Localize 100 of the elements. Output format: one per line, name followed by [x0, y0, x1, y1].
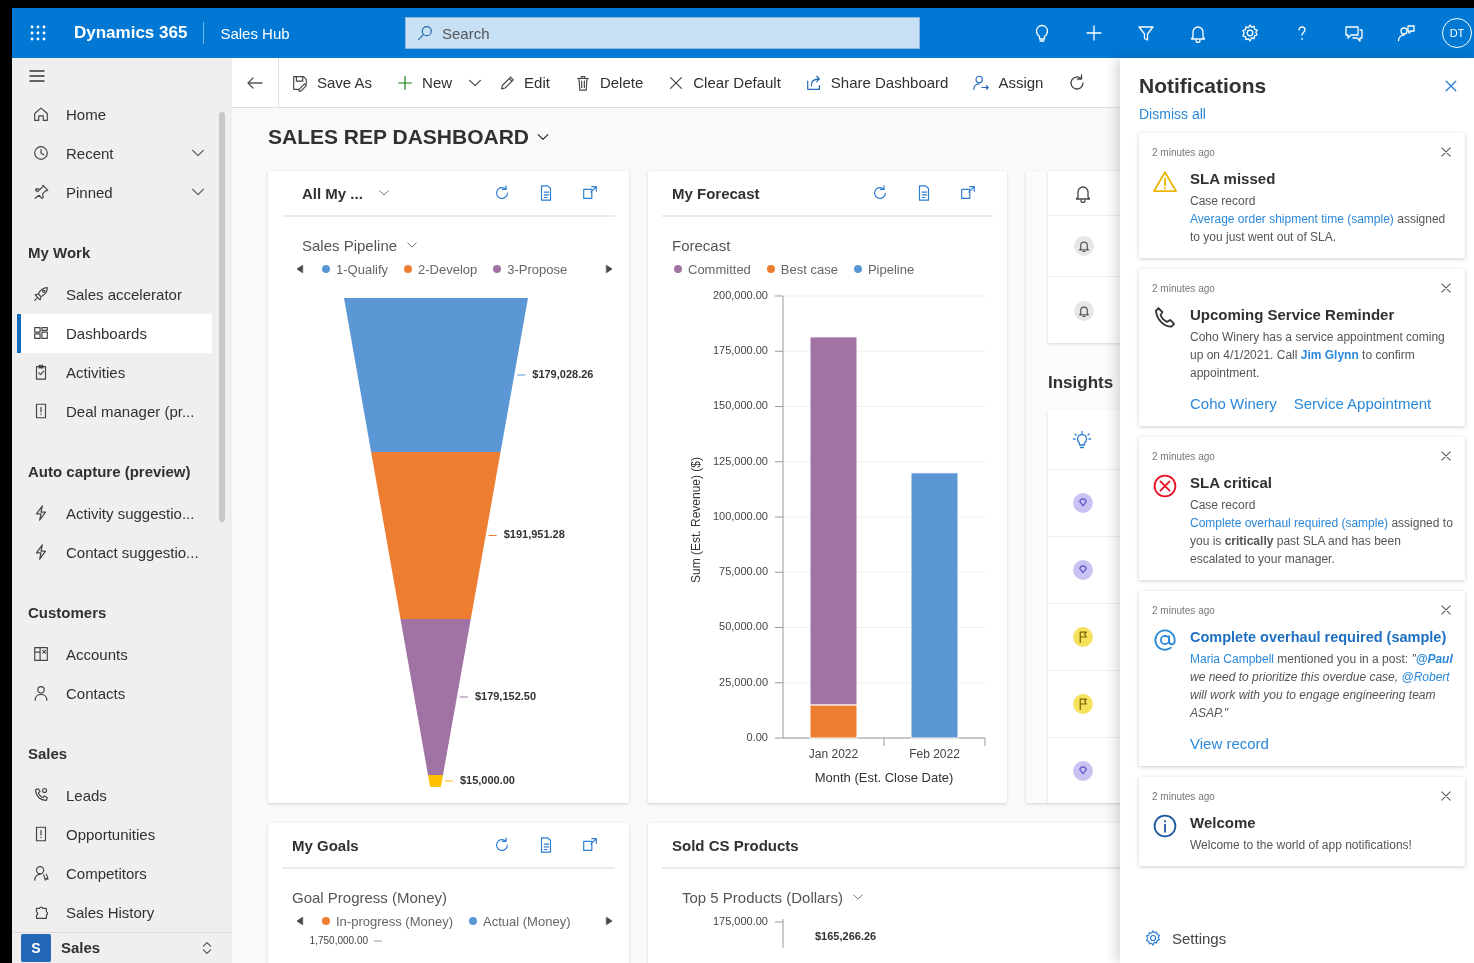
caret-right-icon[interactable]: [603, 263, 615, 275]
plus-icon[interactable]: [1084, 23, 1104, 43]
legend-label[interactable]: Best case: [780, 261, 838, 277]
nav-item[interactable]: Activities: [17, 352, 212, 392]
filter-icon[interactable]: [1136, 23, 1156, 43]
category-label: Jan 2022: [808, 747, 859, 762]
nav-item[interactable]: Pinned: [17, 172, 212, 212]
close-icon[interactable]: [1439, 145, 1453, 159]
caret-left-icon[interactable]: [294, 263, 306, 275]
caret-left-icon[interactable]: [294, 915, 306, 927]
chat-icon[interactable]: [1344, 23, 1364, 43]
dashboard-selector[interactable]: SALES REP DASHBOARD: [268, 122, 551, 152]
command-button[interactable]: Clear Default: [655, 64, 793, 101]
nav-item[interactable]: Recent: [17, 133, 212, 173]
refresh-icon[interactable]: [871, 184, 889, 202]
pop-out-icon[interactable]: [581, 836, 599, 854]
flag-icon[interactable]: [1072, 693, 1094, 715]
leader-line: [444, 780, 454, 782]
inline-link[interactable]: @Paul: [1415, 652, 1453, 666]
chart-selector[interactable]: Top 5 Products (Dollars): [672, 888, 875, 906]
refresh-icon[interactable]: [493, 836, 511, 854]
command-button[interactable]: Share Dashboard: [792, 64, 961, 101]
inline-link[interactable]: Jim Glynn: [1300, 348, 1359, 362]
command-button[interactable]: New: [384, 64, 465, 101]
action-link[interactable]: Coho Winery: [1190, 395, 1277, 412]
inline-link[interactable]: Complete overhaul required (sample): [1190, 516, 1389, 530]
refresh-icon[interactable]: [493, 184, 511, 202]
chart-selector[interactable]: Sales Pipeline: [292, 236, 430, 254]
nav-item[interactable]: Home: [17, 94, 212, 134]
close-icon[interactable]: [1439, 281, 1453, 295]
area-name[interactable]: Sales Hub: [220, 24, 290, 42]
command-button[interactable]: Edit: [486, 64, 562, 101]
notification-message: Maria Campbell mentioned you in a post: "@Paul we need to prioritize this overdue case, @Robert will work with you to engage engineering team ASAP.": [1190, 651, 1453, 722]
command-button[interactable]: Save As: [279, 64, 385, 101]
notification-message: Coho Winery has a service appointment coming up on 4/1/2021. Call Jim Glynn to confirm appointment.: [1190, 329, 1446, 382]
area-switcher-label[interactable]: Sales: [61, 939, 101, 957]
lightbulb-icon[interactable]: [1072, 429, 1092, 450]
notification-message: Case record Average order shipment time (sample) assigned to you just went out of SLA.: [1190, 193, 1447, 246]
legend-label[interactable]: Committed: [688, 261, 751, 277]
nav-item[interactable]: Accounts: [17, 634, 212, 674]
nav-item[interactable]: Dashboards: [17, 313, 212, 353]
bell-icon[interactable]: [1188, 23, 1208, 43]
nav-item[interactable]: Contacts: [17, 673, 212, 713]
caret-right-icon[interactable]: [603, 915, 615, 927]
inline-link[interactable]: Average order shipment time (sample): [1190, 212, 1394, 226]
bar[interactable]: [910, 472, 959, 739]
legend-label[interactable]: In-progress (Money): [336, 913, 454, 929]
bar[interactable]: [809, 704, 858, 739]
pop-out-icon[interactable]: [959, 184, 977, 202]
pop-out-icon[interactable]: [581, 184, 599, 202]
search-field[interactable]: Search: [405, 17, 920, 49]
close-icon[interactable]: [1439, 449, 1453, 463]
nav-item[interactable]: Opportunities: [17, 814, 212, 854]
person-chat-icon[interactable]: [1396, 23, 1416, 43]
nav-item[interactable]: Leads: [17, 775, 212, 815]
funnel-segment[interactable]: [400, 619, 471, 775]
scrollbar-thumb[interactable]: [219, 112, 225, 522]
settings-icon[interactable]: [1240, 23, 1260, 43]
funnel-segment[interactable]: [344, 298, 528, 452]
legend-label[interactable]: 3-Propose: [507, 261, 568, 277]
tick-label: 25,000.00: [719, 675, 768, 688]
bell-icon[interactable]: [1073, 235, 1095, 257]
area-badge[interactable]: S: [21, 934, 51, 962]
notification-title-link[interactable]: Complete overhaul required (sample): [1190, 627, 1453, 647]
nav-item[interactable]: Sales History: [17, 892, 212, 932]
tick-label: 150,000.00: [712, 399, 768, 412]
command-button[interactable]: Delete: [561, 64, 656, 101]
close-icon[interactable]: [1443, 78, 1459, 94]
nav-section-heading: Auto capture (preview): [27, 461, 192, 482]
settings-link[interactable]: Settings: [1172, 929, 1227, 947]
action-link[interactable]: Service Appointment: [1293, 395, 1432, 412]
legend-label[interactable]: 1-Qualify: [336, 261, 389, 277]
timestamp: 2 minutes ago: [1152, 790, 1215, 802]
nav-item[interactable]: Competitors: [17, 853, 212, 893]
bell-icon[interactable]: [1073, 183, 1093, 203]
nav-item[interactable]: Contact suggestio...: [17, 532, 212, 572]
bell-icon[interactable]: [1073, 299, 1095, 322]
nav-item[interactable]: Activity suggestio...: [17, 493, 212, 533]
nav-item[interactable]: Sales accelerator: [17, 274, 212, 314]
settings-icon[interactable]: [1144, 929, 1162, 947]
view-selector[interactable]: All My ...: [292, 184, 401, 202]
inline-link[interactable]: Maria Campbell: [1190, 652, 1275, 666]
bar[interactable]: [809, 336, 858, 706]
legend-label[interactable]: Actual (Money): [483, 913, 571, 929]
dismiss-all-link[interactable]: Dismiss all: [1139, 104, 1206, 124]
legend-label[interactable]: Pipeline: [867, 261, 915, 277]
command-button[interactable]: Assign: [960, 64, 1056, 101]
funnel-segment[interactable]: [371, 452, 501, 619]
close-icon[interactable]: [1439, 789, 1453, 803]
app-launcher-icon[interactable]: [28, 23, 48, 43]
legend-label[interactable]: 2-Develop: [418, 261, 478, 277]
search-icon: [416, 24, 434, 42]
flag-icon[interactable]: [1072, 626, 1094, 648]
inline-link[interactable]: @Robert: [1401, 670, 1450, 684]
data-label: $15,000.00: [459, 773, 515, 786]
app-name[interactable]: Dynamics 365: [74, 23, 188, 43]
leader-line: [516, 374, 526, 376]
action-link[interactable]: View record: [1190, 735, 1269, 752]
close-icon[interactable]: [1439, 603, 1453, 617]
nav-item[interactable]: Deal manager (pr...: [17, 391, 212, 431]
